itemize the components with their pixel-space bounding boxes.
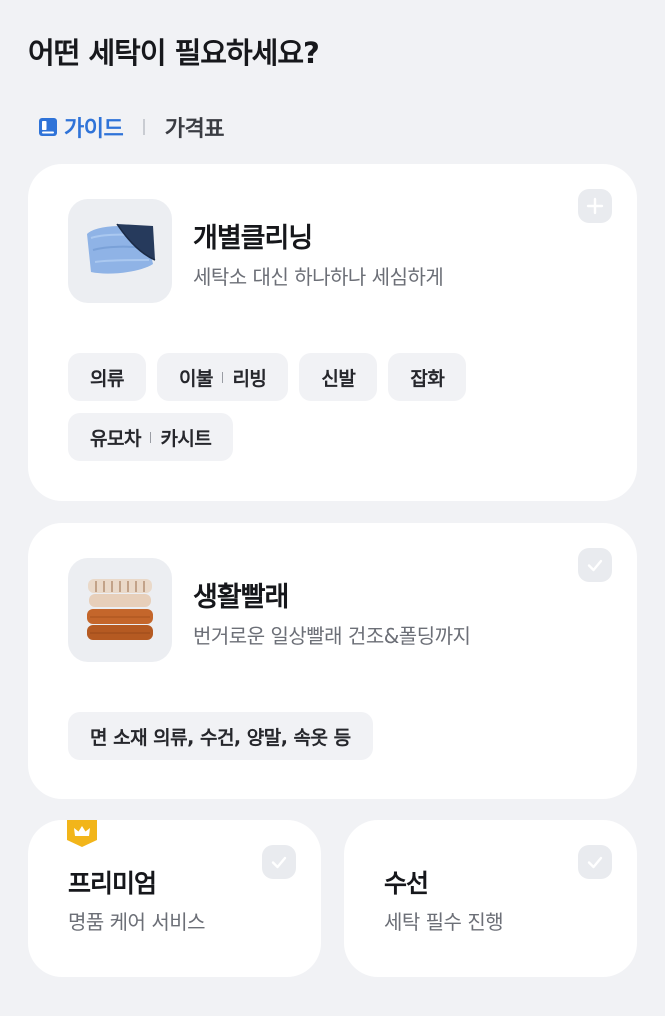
service-card-daily-laundry[interactable]: 생활빨래 번거로운 일상빨래 건조&폴딩까지 면 소재 의류, 수건, 양말, … [28,523,637,799]
select-service-button[interactable] [262,845,296,879]
select-service-button[interactable] [578,845,612,879]
service-card-premium[interactable]: 프리미엄 명품 케어 서비스 [28,820,321,977]
check-icon [271,856,287,869]
chip-label: 리빙 [232,367,267,390]
comforter-image [68,199,172,303]
crown-icon [67,820,97,847]
chip-separator [149,431,152,443]
chip-label: 이불 [178,367,213,390]
category-chips: 의류 이불 리빙 신발 잡화 유모차 카시트 [68,353,508,461]
chip-shoes[interactable]: 신발 [299,353,378,401]
chip-bedding-living[interactable]: 이불 리빙 [156,353,289,401]
category-chips: 면 소재 의류, 수건, 양말, 속옷 등 [68,712,588,760]
service-card-repair[interactable]: 수선 세탁 필수 진행 [344,820,637,977]
tab-guide-label: 가이드 [64,117,124,142]
card-subtitle: 세탁 필수 진행 [384,910,504,934]
check-icon [587,559,603,572]
card-subtitle: 명품 케어 서비스 [68,910,206,934]
chip-goods[interactable]: 잡화 [388,353,467,401]
select-service-button[interactable] [578,548,612,582]
folded-towels-image [68,558,172,662]
chip-label: 유모차 [90,427,141,450]
chip-clothing[interactable]: 의류 [68,353,146,401]
service-card-individual-cleaning[interactable]: 개별클리닝 세탁소 대신 하나하나 세심하게 의류 이불 리빙 신발 잡화 유모… [28,164,637,501]
book-icon [39,118,57,136]
chip-stroller-carseat[interactable]: 유모차 카시트 [68,413,234,461]
plus-icon [586,197,604,215]
card-title: 개별클리닝 [193,223,313,254]
tab-divider [143,119,145,135]
tab-price-list-label: 가격표 [164,117,225,142]
card-title: 프리미엄 [68,869,157,898]
tab-guide[interactable]: 가이드 [38,111,124,143]
card-title: 생활빨래 [193,582,289,613]
tab-price-list[interactable]: 가격표 [164,111,225,143]
guide-tabs: 가이드 가격표 [38,112,224,142]
chip-daily-items[interactable]: 면 소재 의류, 수건, 양말, 속옷 등 [68,712,373,760]
check-icon [587,856,603,869]
card-subtitle: 번거로운 일상빨래 건조&폴딩까지 [193,624,471,648]
add-service-button[interactable] [578,189,612,223]
chip-label: 카시트 [160,427,212,450]
card-subtitle: 세탁소 대신 하나하나 세심하게 [193,265,444,289]
page-title: 어떤 세탁이 필요하세요? [28,36,320,70]
card-title: 수선 [384,869,429,898]
chip-separator [221,371,224,383]
